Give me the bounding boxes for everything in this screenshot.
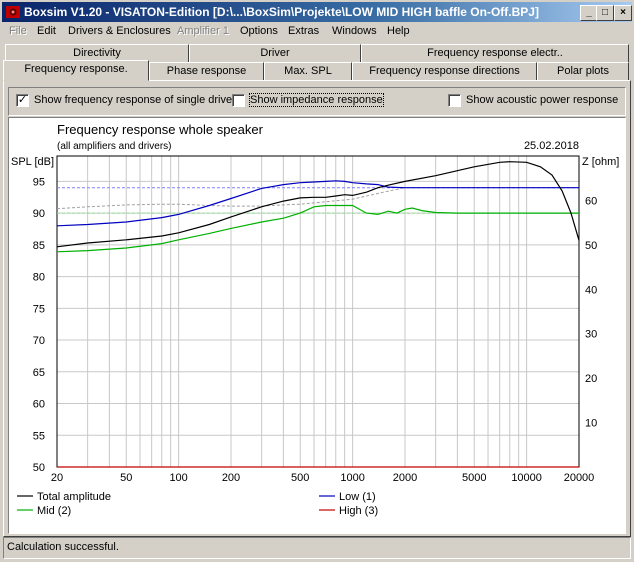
menu-amplifier[interactable]: Amplifier 1 [177,25,229,37]
x-tick-label: 10000 [511,472,542,484]
y2-tick-label: 20 [585,373,597,385]
acoustic-power-checkbox[interactable] [448,94,461,107]
menu-drivers-enclosures[interactable]: Drivers & Enclosures [68,25,171,37]
tab-frequency-response-directions[interactable]: Frequency response directions [352,62,537,81]
series-line-total-amplitude [56,161,580,248]
y-tick-label: 90 [33,208,45,220]
x-tick-label: 200 [222,472,240,484]
y-tick-label: 50 [33,462,45,474]
maximize-button[interactable]: □ [596,5,614,21]
legend-label: Total amplitude [37,491,111,503]
legend-label: Low (1) [339,491,376,503]
tab-max-spl[interactable]: Max. SPL [264,62,352,81]
y2-tick-label: 10 [585,418,597,430]
x-tick-label: 50 [120,472,132,484]
y-tick-label: 80 [33,272,45,284]
window-title: Boxsim V1.20 - VISATON-Edition [D:\...\B… [24,5,539,19]
chart-title: Frequency response whole speaker [57,122,264,137]
y-tick-label: 55 [33,430,45,442]
impedance-label[interactable]: Show impedance response [249,93,384,107]
chart-area[interactable]: Frequency response whole speaker (all am… [8,117,626,534]
x-tick-label: 2000 [393,472,417,484]
chart-date: 25.02.2018 [524,140,579,152]
y-tick-label: 60 [33,399,45,411]
legend-label: Mid (2) [37,505,71,517]
y-axis-label: SPL [dB] [11,156,54,168]
y-tick-label: 65 [33,367,45,379]
title-bar[interactable]: Boxsim V1.20 - VISATON-Edition [D:\...\B… [2,2,632,22]
y2-tick-label: 30 [585,329,597,341]
status-bar: Calculation successful. [3,537,631,559]
menu-edit[interactable]: Edit [37,25,56,37]
x-tick-label: 500 [291,472,309,484]
x-tick-label: 100 [169,472,187,484]
y2-tick-label: 60 [585,195,597,207]
menu-extras[interactable]: Extras [288,25,319,37]
menu-bar: File Edit Drivers & Enclosures Amplifier… [2,23,632,41]
impedance-checkbox[interactable] [232,94,245,107]
check-icon: ✓ [17,94,28,106]
tab-frequency-response[interactable]: Frequency response. [3,60,149,81]
menu-file[interactable]: File [9,25,27,37]
y-tick-label: 85 [33,240,45,252]
tab-phase-response[interactable]: Phase response [149,62,264,81]
status-text: Calculation successful. [7,541,119,553]
tab-frequency-response-electr[interactable]: Frequency response electr.. [361,44,629,63]
acoustic-power-label[interactable]: Show acoustic power response [466,94,618,106]
menu-windows[interactable]: Windows [332,25,377,37]
y-tick-label: 75 [33,303,45,315]
menu-options[interactable]: Options [240,25,278,37]
y2-axis-label: Z [ohm] [582,156,619,168]
tab-driver[interactable]: Driver [189,44,361,63]
legend-label: High (3) [339,505,378,517]
y-tick-label: 95 [33,176,45,188]
y2-tick-label: 40 [585,284,597,296]
frequency-response-chart[interactable]: Frequency response whole speaker (all am… [9,118,625,533]
menu-help[interactable]: Help [387,25,410,37]
single-drive-label[interactable]: Show frequency response of single drive [34,94,232,106]
options-bar: ✓ Show frequency response of single driv… [8,87,626,116]
x-tick-label: 5000 [462,472,486,484]
speaker-app-icon [6,6,20,18]
x-tick-label: 20 [51,472,63,484]
x-tick-label: 20000 [564,472,595,484]
close-button[interactable]: × [614,5,632,21]
single-drive-checkbox[interactable]: ✓ [16,94,29,107]
x-tick-label: 1000 [340,472,364,484]
tab-polar-plots[interactable]: Polar plots [537,62,629,81]
y-tick-label: 70 [33,335,45,347]
chart-subtitle: (all amplifiers and drivers) [57,141,171,152]
y2-tick-label: 50 [585,240,597,252]
